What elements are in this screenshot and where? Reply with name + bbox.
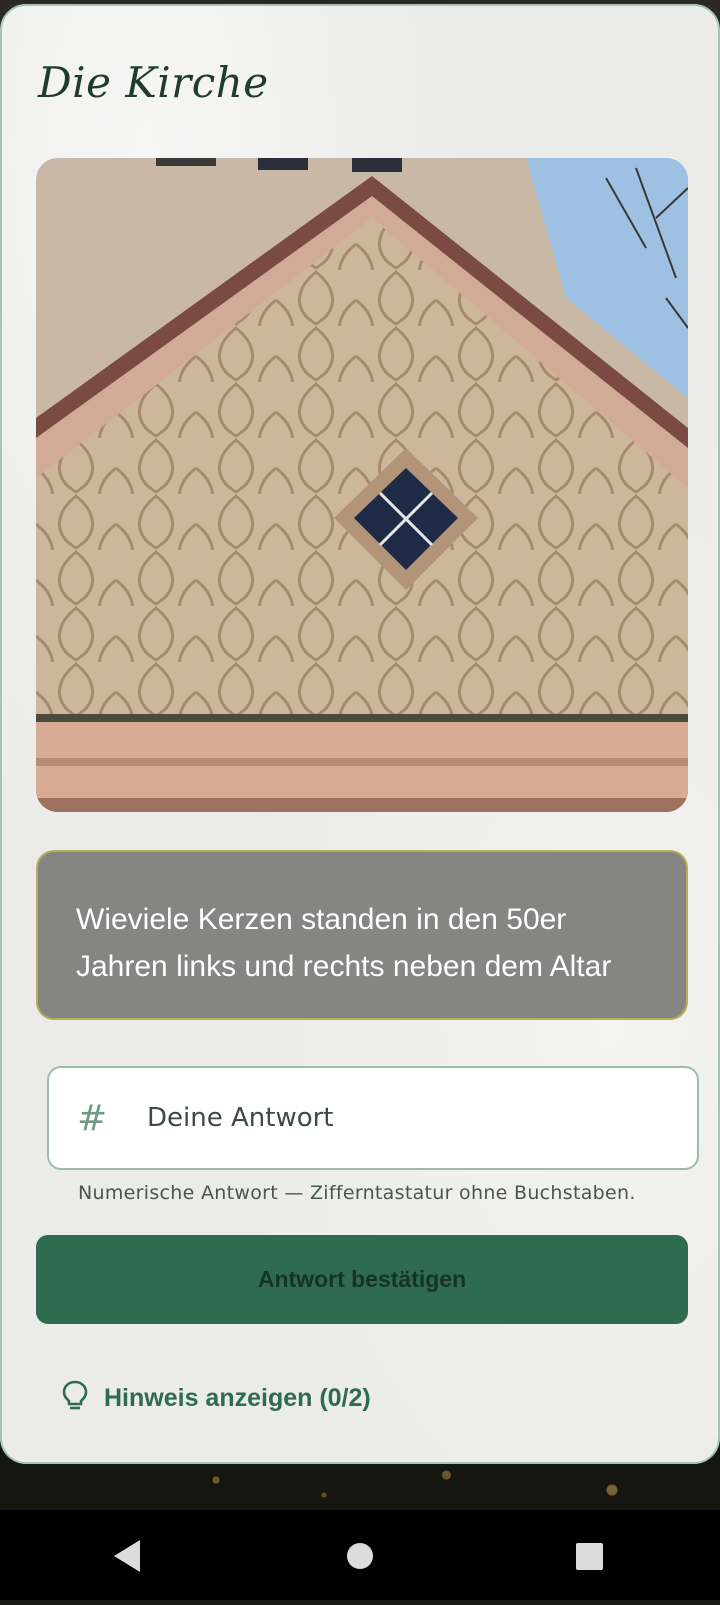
question-box: Wieviele Kerzen standen in den 50er Jahr…	[36, 850, 688, 1020]
lightbulb-icon	[62, 1380, 88, 1417]
system-navigation-bar	[0, 1510, 720, 1600]
hint-label: Hinweis anzeigen (0/2)	[104, 1384, 371, 1412]
church-gable-image	[36, 158, 688, 812]
hash-icon: #	[77, 1097, 108, 1139]
riddle-card: Die Kirche Wieviele Kerzen standen in de…	[0, 4, 720, 1464]
confirm-answer-button[interactable]: Antwort bestätigen	[36, 1235, 688, 1324]
home-icon[interactable]	[315, 1510, 405, 1600]
answer-field[interactable]: #	[47, 1066, 699, 1170]
page-title: Die Kirche	[38, 58, 269, 107]
answer-input[interactable]	[145, 1102, 629, 1134]
question-text: Wieviele Kerzen standen in den 50er Jahr…	[76, 903, 612, 983]
church-photo	[36, 158, 688, 812]
answer-helper-text: Numerische Antwort — Zifferntastatur ohn…	[78, 1182, 636, 1204]
show-hint-button[interactable]: Hinweis anzeigen (0/2)	[62, 1380, 371, 1417]
back-icon[interactable]	[82, 1510, 172, 1600]
recents-icon[interactable]	[544, 1510, 634, 1600]
